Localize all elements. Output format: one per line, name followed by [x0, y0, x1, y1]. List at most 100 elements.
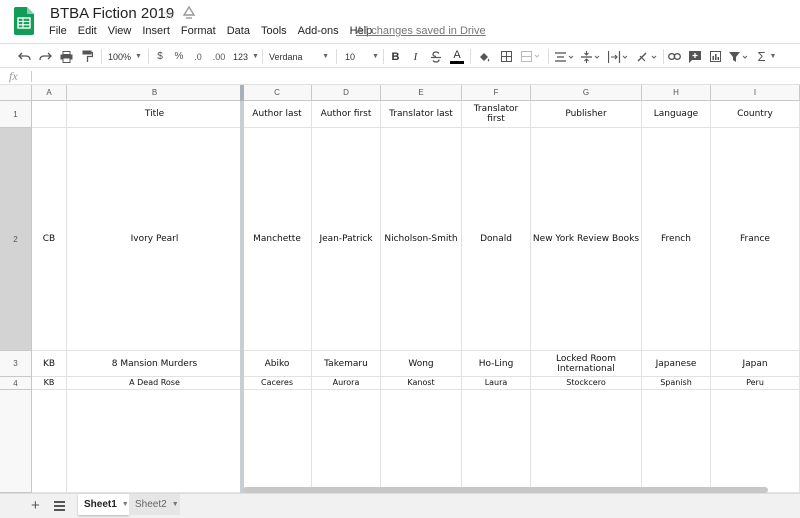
- column-header-i[interactable]: I: [711, 85, 800, 101]
- cell-h3[interactable]: Japanese: [642, 351, 711, 377]
- column-header-f[interactable]: F: [462, 85, 531, 101]
- percent-format-button[interactable]: %: [173, 48, 185, 65]
- empty-cell[interactable]: [243, 390, 312, 493]
- text-color-button[interactable]: A: [449, 48, 465, 65]
- cell-e1[interactable]: Translator last: [381, 101, 462, 128]
- column-header-e[interactable]: E: [381, 85, 462, 101]
- horizontal-align-icon[interactable]: [554, 48, 576, 65]
- row-header-2[interactable]: 2: [0, 128, 32, 351]
- cell-c1[interactable]: Author last: [243, 101, 312, 128]
- column-header-c[interactable]: C: [243, 85, 312, 101]
- print-icon[interactable]: [58, 48, 74, 65]
- insert-comment-icon[interactable]: [688, 48, 702, 65]
- strikethrough-icon[interactable]: [429, 48, 443, 65]
- increase-decimal-button[interactable]: .00: [211, 48, 227, 65]
- star-icon[interactable]: ☆: [163, 6, 176, 23]
- borders-icon[interactable]: [499, 48, 514, 65]
- text-rotation-icon[interactable]: [636, 48, 660, 65]
- sheet-tab-sheet1[interactable]: Sheet1 ▼: [78, 494, 129, 515]
- menu-tools[interactable]: Tools: [261, 24, 292, 38]
- empty-cell[interactable]: [381, 390, 462, 493]
- cell-c3[interactable]: Abiko: [243, 351, 312, 377]
- filter-icon[interactable]: [728, 48, 750, 65]
- add-sheet-icon[interactable]: +: [31, 497, 40, 514]
- cell-d2[interactable]: Jean-Patrick: [312, 128, 381, 351]
- cell-d1[interactable]: Author first: [312, 101, 381, 128]
- cell-a4[interactable]: KB: [32, 377, 67, 390]
- sheets-logo-icon[interactable]: [14, 7, 34, 35]
- decrease-decimal-button[interactable]: .0: [191, 48, 205, 65]
- cell-i4[interactable]: Peru: [711, 377, 800, 390]
- menu-file[interactable]: File: [49, 24, 72, 38]
- cell-h4[interactable]: Spanish: [642, 377, 711, 390]
- paint-format-icon[interactable]: [79, 48, 95, 65]
- spreadsheet-grid[interactable]: A B C D E F G H I 1 Title Author last Author first Tr…: [0, 85, 800, 493]
- row-header-1[interactable]: 1: [0, 101, 32, 128]
- sheet-tab-sheet2[interactable]: Sheet2 ▼: [129, 494, 180, 515]
- cell-f4[interactable]: Laura: [462, 377, 531, 390]
- cell-i1[interactable]: Country: [711, 101, 800, 128]
- formula-input[interactable]: [36, 69, 796, 83]
- insert-chart-icon[interactable]: [708, 48, 722, 65]
- document-title[interactable]: BTBA Fiction 2019: [50, 5, 174, 22]
- column-header-a[interactable]: A: [32, 85, 67, 101]
- cell-d4[interactable]: Aurora: [312, 377, 381, 390]
- fill-color-icon[interactable]: [477, 48, 492, 65]
- column-header-g[interactable]: G: [531, 85, 642, 101]
- save-status-link[interactable]: All changes saved in Drive: [356, 24, 486, 38]
- cell-h1[interactable]: Language: [642, 101, 711, 128]
- zoom-dropdown[interactable]: 100% ▼: [108, 48, 146, 65]
- font-size-dropdown[interactable]: 10 ▼: [345, 48, 380, 65]
- empty-cell[interactable]: [312, 390, 381, 493]
- column-header-h[interactable]: H: [642, 85, 711, 101]
- menu-format[interactable]: Format: [181, 24, 221, 38]
- empty-cell[interactable]: [711, 390, 800, 493]
- cell-e4[interactable]: Kanost: [381, 377, 462, 390]
- redo-icon[interactable]: [37, 48, 53, 65]
- cell-b3[interactable]: 8 Mansion Murders: [67, 351, 243, 377]
- cell-e3[interactable]: Wong: [381, 351, 462, 377]
- move-to-folder-icon[interactable]: [182, 6, 196, 20]
- cell-b2[interactable]: Ivory Pearl: [67, 128, 243, 351]
- row-header-4[interactable]: 4: [0, 377, 32, 390]
- insert-link-icon[interactable]: [667, 48, 682, 65]
- cell-e2[interactable]: Nicholson-Smith: [381, 128, 462, 351]
- menu-view[interactable]: View: [108, 24, 137, 38]
- currency-format-button[interactable]: $: [154, 48, 166, 65]
- cell-a3[interactable]: KB: [32, 351, 67, 377]
- vertical-align-icon[interactable]: [580, 48, 602, 65]
- empty-cell[interactable]: [32, 390, 67, 493]
- cell-b4[interactable]: A Dead Rose: [67, 377, 243, 390]
- empty-cell[interactable]: [462, 390, 531, 493]
- cell-b1[interactable]: Title: [67, 101, 243, 128]
- functions-button[interactable]: Σ ▼: [756, 48, 778, 65]
- italic-button[interactable]: I: [409, 48, 422, 65]
- empty-cell[interactable]: [642, 390, 711, 493]
- cell-a1[interactable]: [32, 101, 67, 128]
- menu-data[interactable]: Data: [227, 24, 255, 38]
- cell-g3[interactable]: Locked Room International: [531, 351, 642, 377]
- cell-g2[interactable]: New York Review Books: [531, 128, 642, 351]
- cell-a2[interactable]: CB: [32, 128, 67, 351]
- cell-c4[interactable]: Caceres: [243, 377, 312, 390]
- menu-insert[interactable]: Insert: [142, 24, 175, 38]
- select-all-corner[interactable]: [0, 85, 32, 101]
- text-wrapping-icon[interactable]: [607, 48, 631, 65]
- column-header-d[interactable]: D: [312, 85, 381, 101]
- empty-cell[interactable]: [531, 390, 642, 493]
- undo-icon[interactable]: [16, 48, 32, 65]
- cell-f3[interactable]: Ho-Ling: [462, 351, 531, 377]
- frozen-column-divider[interactable]: [240, 85, 244, 493]
- all-sheets-menu-icon[interactable]: [54, 501, 65, 511]
- cell-f2[interactable]: Donald: [462, 128, 531, 351]
- row-header-empty[interactable]: [0, 390, 32, 493]
- more-formats-dropdown[interactable]: 123 ▼: [233, 48, 259, 65]
- row-header-3[interactable]: 3: [0, 351, 32, 377]
- cell-i2[interactable]: France: [711, 128, 800, 351]
- cell-g1[interactable]: Publisher: [531, 101, 642, 128]
- cell-i3[interactable]: Japan: [711, 351, 800, 377]
- cell-f1[interactable]: Translator first: [462, 101, 531, 128]
- bold-button[interactable]: B: [389, 48, 402, 65]
- column-header-b[interactable]: B: [67, 85, 243, 101]
- merge-cells-icon[interactable]: [519, 48, 543, 65]
